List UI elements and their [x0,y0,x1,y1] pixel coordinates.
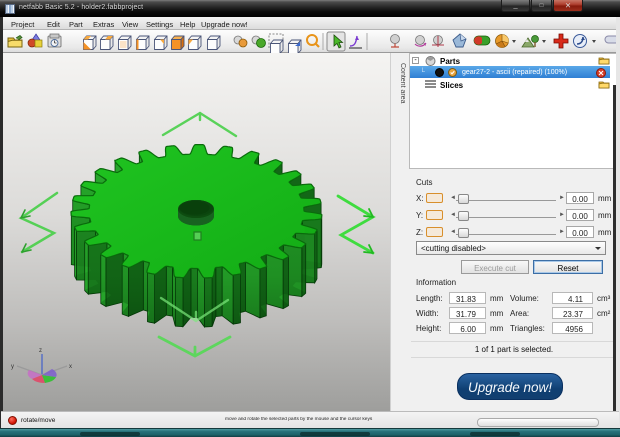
svg-text:x: x [69,364,72,370]
svg-text:z: z [39,348,42,354]
svg-text:y: y [11,364,14,370]
